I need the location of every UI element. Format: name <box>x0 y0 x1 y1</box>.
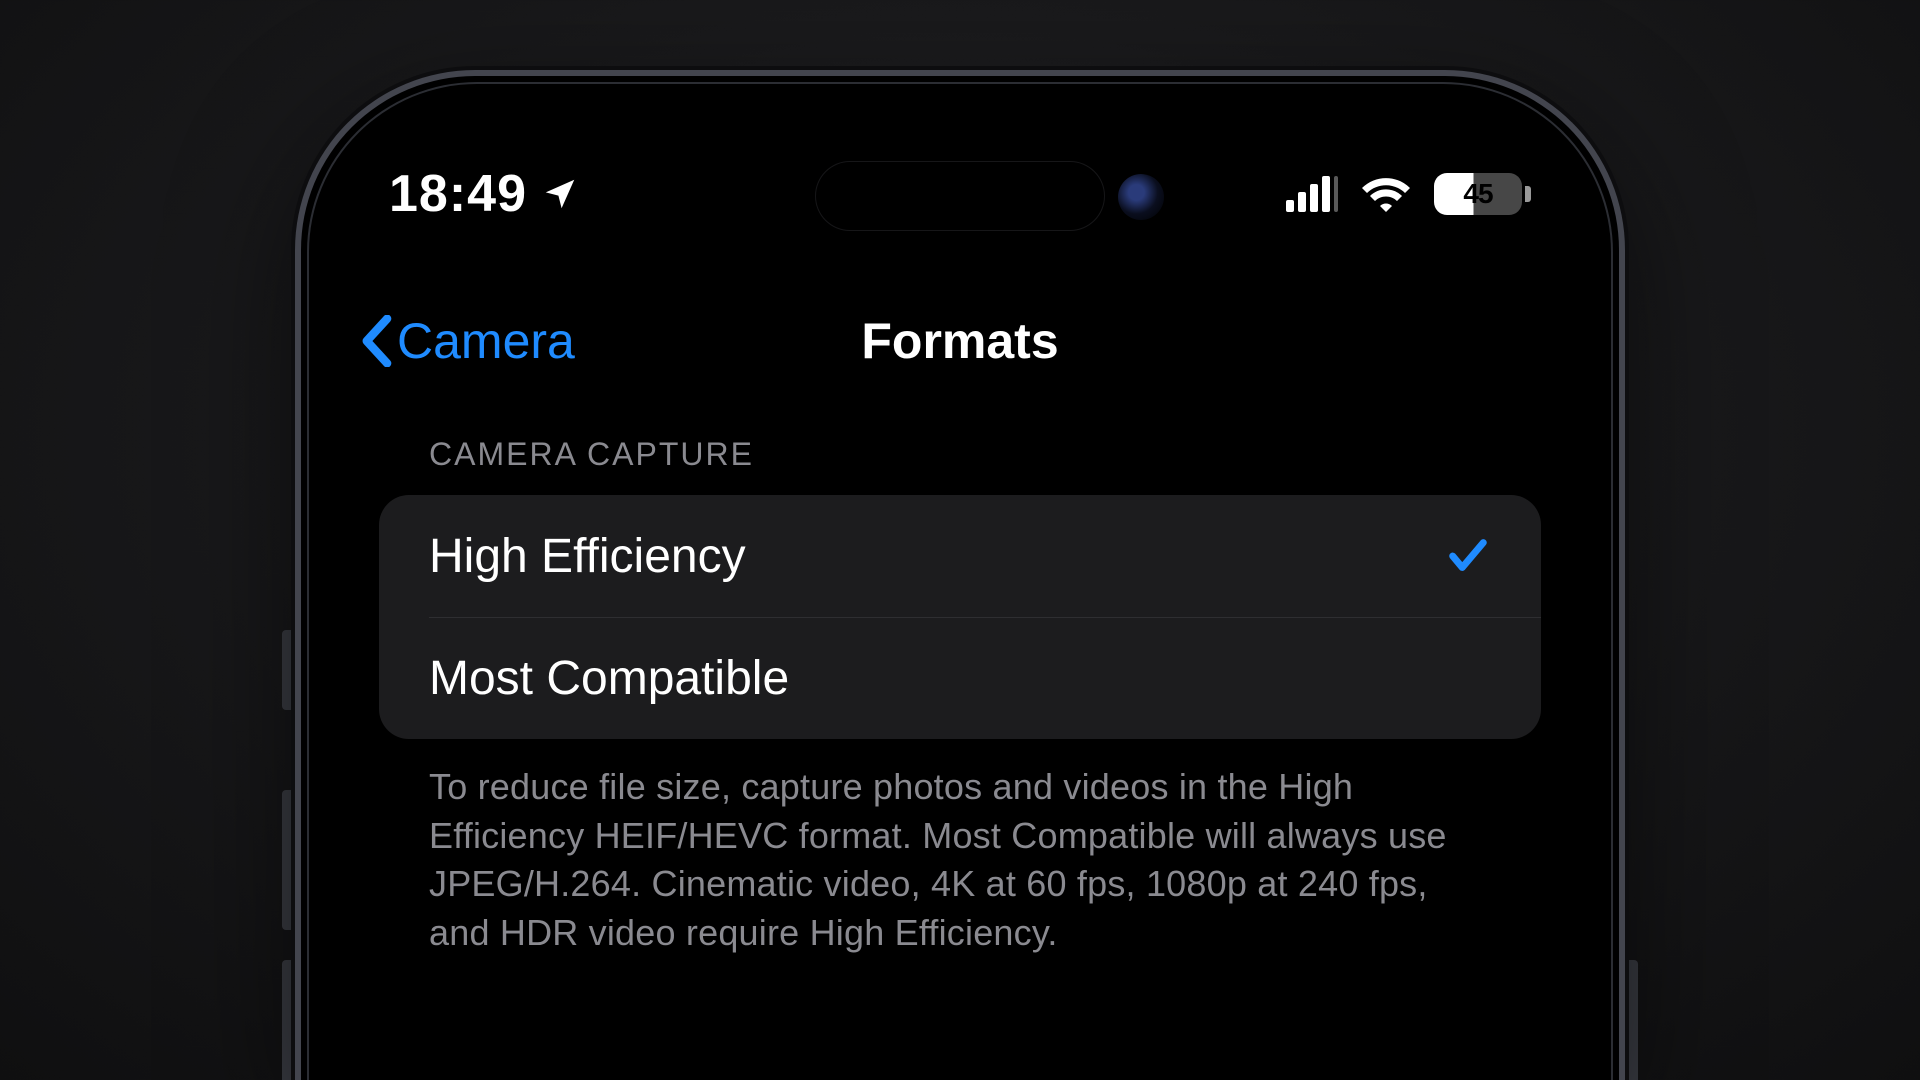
battery-percent: 45 <box>1463 178 1492 210</box>
option-label: Most Compatible <box>429 651 789 706</box>
battery-indicator: 45 <box>1434 173 1531 215</box>
status-bar: 18:49 <box>301 151 1619 237</box>
nav-bar: Camera Formats <box>301 296 1619 386</box>
status-time: 18:49 <box>389 164 527 224</box>
section-header: CAMERA CAPTURE <box>379 436 1541 495</box>
option-most-compatible[interactable]: Most Compatible <box>429 617 1541 739</box>
volume-down[interactable] <box>282 960 295 1080</box>
option-label: High Efficiency <box>429 529 746 584</box>
wifi-icon <box>1362 176 1410 212</box>
location-arrow-icon <box>541 175 579 213</box>
cellular-signal-icon <box>1286 176 1338 212</box>
back-button[interactable]: Camera <box>359 312 575 370</box>
back-label: Camera <box>397 312 575 370</box>
chevron-left-icon <box>359 315 393 367</box>
section-footer: To reduce file size, capture photos and … <box>379 739 1541 957</box>
iphone-frame: 18:49 <box>295 70 1625 1080</box>
power-button[interactable] <box>1625 960 1638 1080</box>
camera-capture-group: High Efficiency Most Compatible <box>379 495 1541 739</box>
volume-up[interactable] <box>282 790 295 930</box>
mute-switch[interactable] <box>282 630 295 710</box>
page-title: Formats <box>861 312 1058 370</box>
option-high-efficiency[interactable]: High Efficiency <box>379 495 1541 617</box>
checkmark-icon <box>1445 533 1491 579</box>
